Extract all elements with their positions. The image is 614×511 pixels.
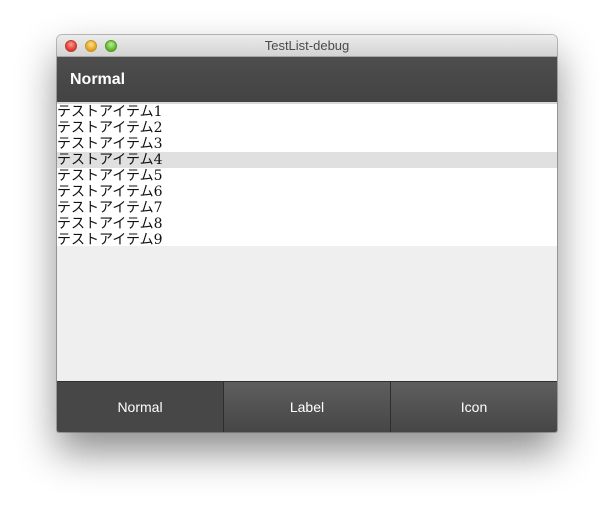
list-item[interactable]: テストアイテム6: [57, 184, 557, 200]
list-item[interactable]: テストアイテム1: [57, 104, 557, 120]
list-item[interactable]: テストアイテム2: [57, 120, 557, 136]
list-item[interactable]: テストアイテム8: [57, 216, 557, 232]
test-list: テストアイテム1 テストアイテム2 テストアイテム3 テストアイテム4 テストア…: [57, 104, 557, 248]
tab-label[interactable]: Label: [224, 382, 391, 432]
app-window: TestList-debug Normal テストアイテム1 テストアイテム2 …: [57, 35, 557, 432]
list-item[interactable]: テストアイテム5: [57, 168, 557, 184]
list-empty-area: [57, 246, 557, 381]
list-item-selected[interactable]: テストアイテム4: [57, 152, 557, 168]
bottom-tab-bar: Normal Label Icon: [57, 381, 557, 432]
tab-normal[interactable]: Normal: [57, 382, 224, 432]
window-titlebar[interactable]: TestList-debug: [57, 35, 557, 57]
window-title: TestList-debug: [264, 38, 350, 53]
app-header: Normal: [57, 57, 557, 102]
tab-icon[interactable]: Icon: [391, 382, 557, 432]
page-title: Normal: [70, 71, 126, 88]
list-item[interactable]: テストアイテム7: [57, 200, 557, 216]
list-item[interactable]: テストアイテム3: [57, 136, 557, 152]
